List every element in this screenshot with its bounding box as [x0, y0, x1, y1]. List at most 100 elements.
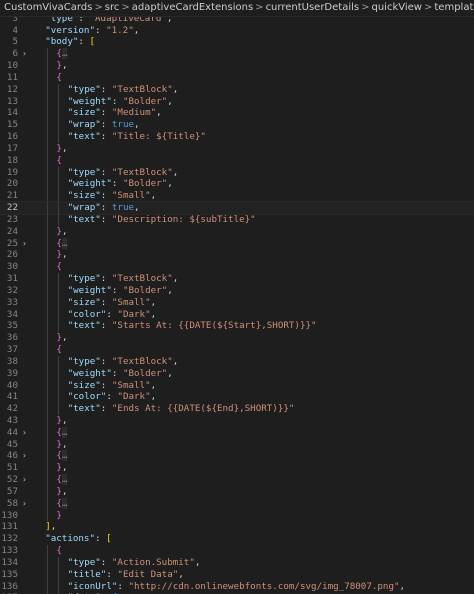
code-text: "text": "Description: ${subTitle}": [67, 213, 256, 225]
code-text: "wrap": true,: [67, 119, 140, 131]
line-number: 5: [12, 36, 18, 48]
code-line[interactable]: 15 "wrap": true,: [0, 119, 474, 132]
indent-guide: [47, 379, 49, 392]
code-text: {: [56, 545, 62, 557]
indent-guide: [58, 556, 60, 569]
code-line[interactable]: 136 "iconUrl": "http://cdn.onlinewebfonts…: [0, 580, 474, 593]
indent-guide: [47, 391, 49, 404]
code-line[interactable]: 51},: [0, 462, 474, 475]
code-line[interactable]: 19 "type": "TextBlock",: [0, 166, 474, 179]
code-line[interactable]: 132 "actions": [: [0, 533, 474, 545]
code-text: },: [56, 60, 68, 72]
indent-guide: [47, 474, 49, 486]
line-number: 42: [6, 403, 18, 415]
breadcrumb-item[interactable]: adaptiveCardExtensions: [132, 2, 253, 13]
indent-guide: [58, 166, 60, 179]
code-line[interactable]: 44 › {…: [0, 426, 474, 439]
code-editor[interactable]: "$schema": "http://adaptivecards.io/sche…: [0, 7, 474, 594]
code-line[interactable]: 14 "size": "Medium",: [0, 107, 474, 120]
code-line[interactable]: 23 "text": "Description: ${subTitle}": [0, 213, 474, 226]
line-number: 18: [6, 154, 18, 166]
code-line[interactable]: 57},: [0, 485, 474, 498]
code-line[interactable]: 34 "color": "Dark",: [0, 308, 474, 321]
code-line[interactable]: 52 › {…: [0, 474, 474, 486]
line-number: 45: [6, 438, 18, 450]
code-line[interactable]: 36},: [0, 332, 474, 345]
code-line[interactable]: 10},: [0, 60, 474, 72]
code-line[interactable]: 31 "type": "TextBlock",: [0, 273, 474, 285]
code-line[interactable]: 13 "weight": "Bolder",: [0, 95, 474, 108]
code-line[interactable]: 17},: [0, 142, 474, 155]
code-line[interactable]: 130}: [0, 509, 474, 522]
line-number: 24: [6, 225, 18, 237]
code-line[interactable]: 33 "size": "Small",: [0, 296, 474, 309]
code-line[interactable]: 135 "title": "Edit Data",: [0, 568, 474, 581]
code-text: "iconUrl": "http://cdn.onlinewebfonts.co…: [67, 580, 406, 592]
code-line[interactable]: 134 "type": "Action.Submit",: [0, 556, 474, 569]
code-text: "title": "Edit Data",: [67, 568, 184, 580]
code-line[interactable]: 16 "text": "Title: ${Title}": [0, 131, 474, 143]
indent-guide: [58, 178, 60, 191]
code-line[interactable]: 30 {: [0, 261, 474, 274]
indent-guide: [47, 403, 49, 415]
code-line[interactable]: 22 "wrap": true,: [0, 201, 474, 215]
code-line[interactable]: 39 "weight": "Bolder",: [0, 367, 474, 380]
code-line[interactable]: 11 {: [0, 71, 474, 84]
code-line[interactable]: 42 "text": "Ends At: {{DATE(${End},SHORT)…: [0, 403, 474, 415]
code-line[interactable]: 21 "size": "Small",: [0, 190, 474, 203]
code-line[interactable]: 35 "text": "Starts At: {{DATE(${Start},SH…: [0, 320, 474, 333]
code-text: "version": "1.2",: [45, 24, 140, 36]
code-line[interactable]: 38 "type": "TextBlock",: [0, 355, 474, 368]
indent-guide: [58, 308, 60, 321]
code-text: {…: [56, 237, 68, 249]
breadcrumb-item[interactable]: currentUserDetails: [266, 2, 360, 13]
code-line[interactable]: 24},: [0, 225, 474, 238]
fold-chevron-icon[interactable]: ›: [22, 427, 30, 439]
code-line[interactable]: 46 › {…: [0, 450, 474, 463]
indent-guide: [58, 131, 60, 143]
indent-guide: [47, 178, 49, 191]
code-text: "actions": [: [45, 533, 112, 545]
line-number: 39: [6, 367, 18, 379]
indent-guide: [47, 497, 49, 510]
code-text: "weight": "Bolder",: [67, 95, 173, 107]
code-line[interactable]: 6 › {…: [0, 48, 474, 61]
code-line[interactable]: 5 "body": [: [0, 36, 474, 48]
indent-guide: [47, 249, 49, 262]
chevron-right-icon: >: [121, 2, 130, 13]
line-number: 25: [6, 237, 18, 249]
code-line[interactable]: 131],: [0, 521, 474, 533]
code-line[interactable]: 37 {: [0, 344, 474, 356]
line-number: 33: [6, 296, 18, 308]
breadcrumb-item[interactable]: CustomVivaCards: [4, 2, 92, 13]
chevron-right-icon: >: [255, 2, 264, 13]
indent-guide: [58, 568, 60, 581]
code-line[interactable]: 32 "weight": "Bolder",: [0, 284, 474, 297]
breadcrumb-item[interactable]: template: [434, 2, 474, 13]
indent-guide: [47, 154, 49, 167]
fold-chevron-icon[interactable]: ›: [22, 498, 30, 510]
fold-chevron-icon[interactable]: ›: [22, 238, 30, 250]
line-number: 135: [1, 568, 18, 580]
code-line[interactable]: 133 {: [0, 545, 474, 557]
fold-chevron-icon[interactable]: ›: [22, 450, 30, 462]
breadcrumb-item[interactable]: src: [105, 2, 120, 13]
breadcrumb-item[interactable]: quickView: [372, 2, 422, 13]
code-line[interactable]: 25 › {…: [0, 237, 474, 250]
code-line[interactable]: 4 "version": "1.2",: [0, 25, 474, 37]
code-line[interactable]: 58 › {…: [0, 497, 474, 510]
code-line[interactable]: 43},: [0, 414, 474, 427]
code-line[interactable]: 20 "weight": "Bolder",: [0, 178, 474, 191]
code-line[interactable]: 45},: [0, 438, 474, 451]
code-line[interactable]: 41 "color": "Dark",: [0, 391, 474, 404]
code-line[interactable]: 12 "type": "TextBlock",: [0, 83, 474, 96]
code-line[interactable]: 18 {: [0, 154, 474, 167]
fold-chevron-icon[interactable]: ›: [22, 474, 30, 486]
code-line[interactable]: 40 "size": "Small",: [0, 379, 474, 392]
indent-guide: [47, 344, 49, 356]
indent-guide: [47, 60, 49, 72]
fold-chevron-icon[interactable]: ›: [22, 48, 30, 60]
line-number: 44: [6, 426, 18, 438]
code-line[interactable]: 26},: [0, 249, 474, 262]
line-number: 41: [6, 391, 18, 403]
